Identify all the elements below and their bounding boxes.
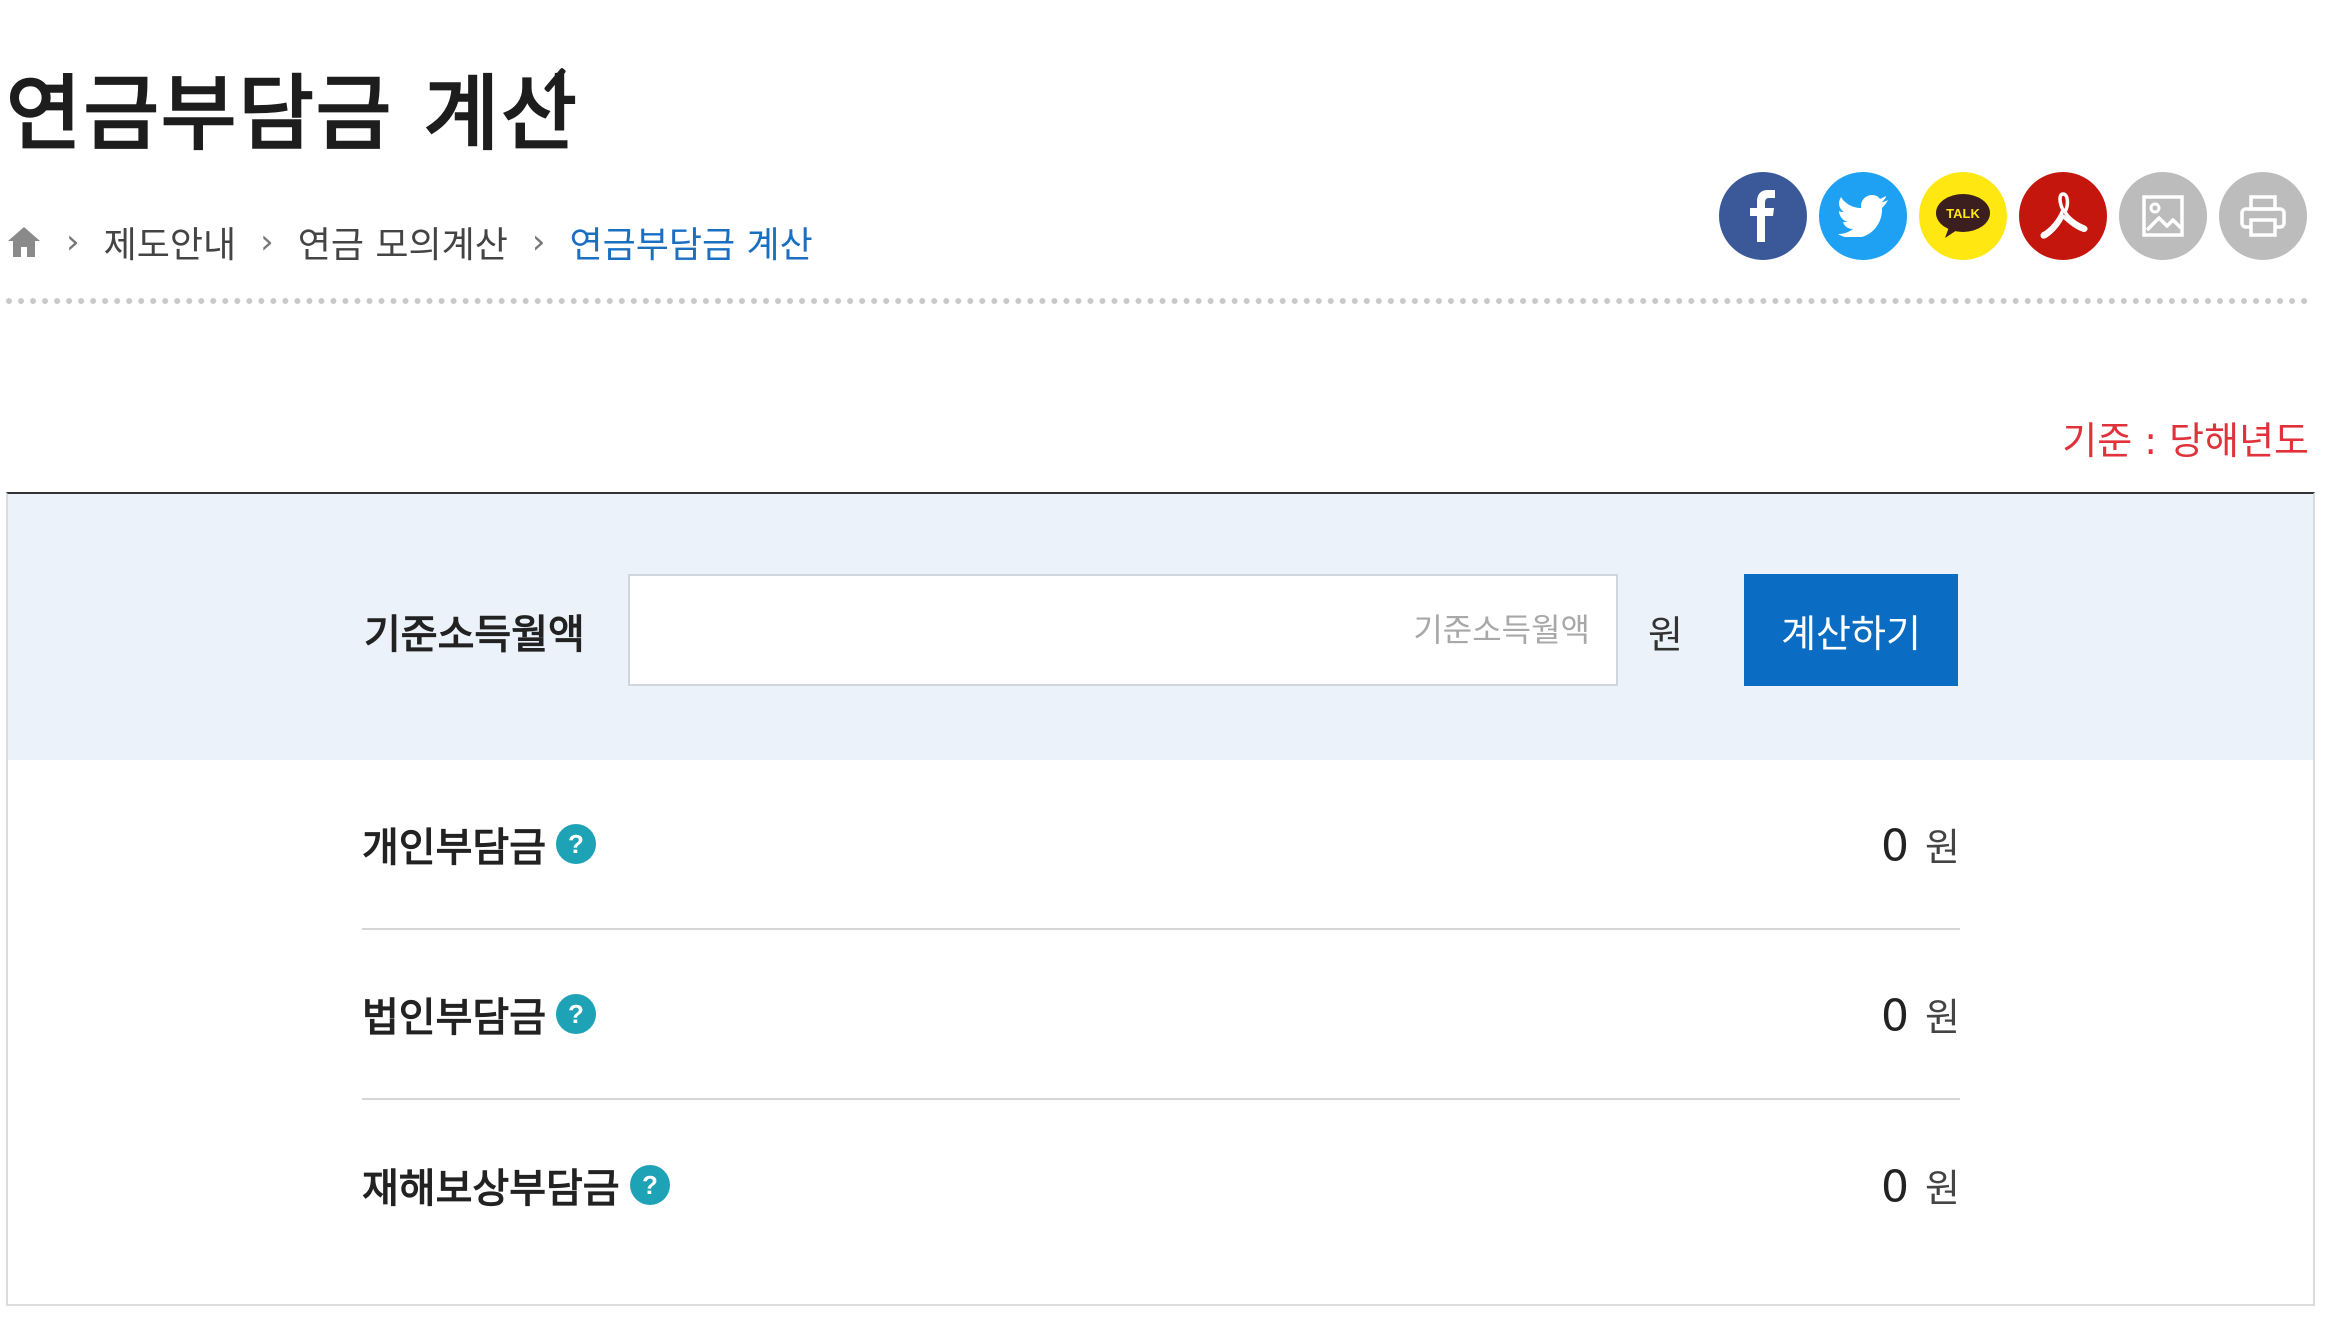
accident-compensation-unit: 원 bbox=[1925, 1166, 1960, 1211]
twitter-share-button[interactable] bbox=[1819, 172, 1907, 260]
help-icon[interactable]: ? bbox=[556, 824, 596, 864]
kakaotalk-text: TALK bbox=[1946, 206, 1980, 221]
income-input[interactable] bbox=[628, 574, 1618, 686]
breadcrumb-item-current: 연금부담금 계산 bbox=[569, 225, 813, 266]
header-divider bbox=[6, 298, 2309, 304]
chevron-right-icon: › bbox=[260, 222, 274, 262]
svg-text:?: ? bbox=[568, 1000, 584, 1028]
result-row-corporate: 법인부담금 ? 0 원 bbox=[362, 930, 1960, 1100]
corporate-contribution-unit: 원 bbox=[1925, 995, 1960, 1040]
facebook-icon bbox=[1750, 190, 1775, 242]
chevron-right-icon: › bbox=[66, 222, 80, 262]
result-row-accident: 재해보상부담금 ? 0 원 bbox=[362, 1100, 1960, 1270]
breadcrumb-item-pension-simulation[interactable]: 연금 모의계산 bbox=[298, 216, 508, 268]
personal-contribution-unit: 원 bbox=[1925, 825, 1960, 870]
page-title: 연금부담금 계산 bbox=[6, 67, 579, 162]
accident-compensation-label: 재해보상부담금 bbox=[362, 1166, 620, 1212]
personal-contribution-label: 개인부담금 bbox=[362, 825, 546, 871]
help-icon[interactable]: ? bbox=[556, 994, 596, 1034]
personal-contribution-value: 0 bbox=[1881, 820, 1910, 872]
result-row-personal: 개인부담금 ? 0 원 bbox=[362, 760, 1960, 930]
income-unit: 원 bbox=[1648, 613, 1683, 657]
result-label: 재해보상부담금 ? bbox=[362, 1156, 670, 1214]
result-value: 0 원 bbox=[1881, 817, 1960, 872]
result-label: 개인부담금 ? bbox=[362, 815, 596, 873]
twitter-icon bbox=[1838, 195, 1888, 237]
print-icon bbox=[2240, 195, 2286, 237]
basis-year-note: 기준 : 당해년도 bbox=[2062, 419, 2309, 463]
accident-compensation-value: 0 bbox=[1881, 1161, 1910, 1213]
print-button[interactable] bbox=[2219, 172, 2307, 260]
calculator-panel: 기준소득월액 원 계산하기 개인부담금 ? 0 원 법인부담금 ? 0 원 bbox=[6, 492, 2315, 1306]
image-save-icon bbox=[2142, 195, 2184, 237]
calculate-button[interactable]: 계산하기 bbox=[1744, 574, 1958, 686]
result-value: 0 원 bbox=[1881, 1158, 1960, 1213]
result-value: 0 원 bbox=[1881, 987, 1960, 1042]
chevron-right-icon: › bbox=[531, 222, 546, 262]
breadcrumb: › 제도안내 › 연금 모의계산 › 연금부담금 계산 bbox=[6, 214, 813, 270]
income-label: 기준소득월액 bbox=[364, 612, 585, 658]
corporate-contribution-value: 0 bbox=[1881, 990, 1910, 1042]
income-input-band: 기준소득월액 원 계산하기 bbox=[8, 494, 2313, 760]
pdf-download-button[interactable] bbox=[2019, 172, 2107, 260]
corporate-contribution-label: 법인부담금 bbox=[362, 995, 546, 1041]
facebook-share-button[interactable] bbox=[1719, 172, 1807, 260]
kakaotalk-icon: TALK bbox=[1936, 194, 1990, 238]
image-save-button[interactable] bbox=[2119, 172, 2207, 260]
share-bar: TALK bbox=[1719, 172, 2307, 260]
result-label: 법인부담금 ? bbox=[362, 985, 596, 1043]
pdf-icon bbox=[2040, 192, 2088, 239]
svg-text:?: ? bbox=[568, 830, 584, 858]
help-icon[interactable]: ? bbox=[629, 1165, 670, 1205]
kakaotalk-share-button[interactable]: TALK bbox=[1919, 172, 2007, 260]
breadcrumb-item-system-guide[interactable]: 제도안내 bbox=[104, 216, 236, 268]
home-icon[interactable] bbox=[6, 225, 42, 259]
svg-text:?: ? bbox=[642, 1171, 658, 1199]
